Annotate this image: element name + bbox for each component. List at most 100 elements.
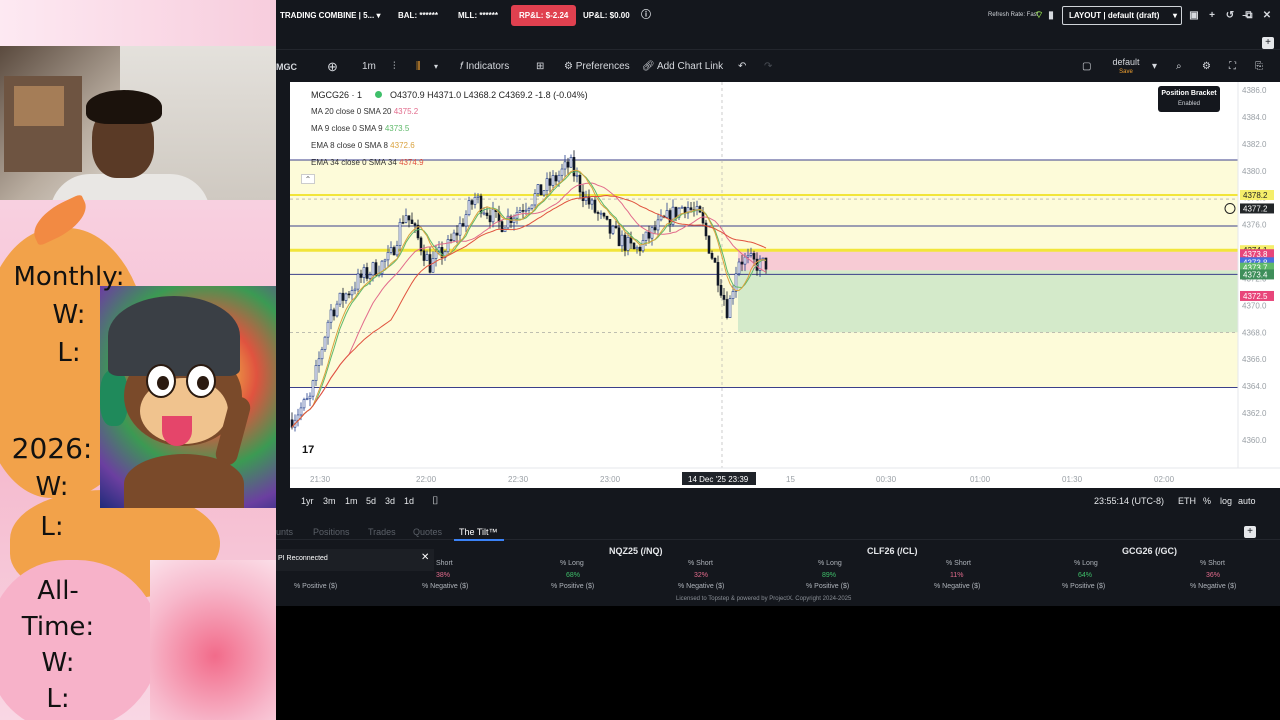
candle-body: [518, 210, 522, 213]
candle-body: [500, 221, 504, 233]
candle-body: [308, 395, 312, 400]
tab-trades[interactable]: Trades: [368, 523, 396, 541]
candle-body: [704, 222, 708, 237]
price-tag-label: 4372.5: [1243, 292, 1268, 301]
tab-accounts[interactable]: unts: [276, 523, 293, 541]
chevron-down-icon[interactable]: ▾: [1152, 56, 1157, 78]
square-icon[interactable]: ▢: [1082, 56, 1091, 78]
candle-body: [722, 295, 726, 300]
tab-quotes[interactable]: Quotes: [413, 523, 442, 541]
restore-icon[interactable]: ⧉: [1242, 0, 1256, 31]
tilt-value: 11%: [950, 572, 964, 579]
chevron-down-icon[interactable]: ▾: [434, 56, 438, 78]
price-tag-label: 4378.2: [1243, 191, 1268, 200]
candle-body: [608, 219, 612, 234]
candle-body: [575, 174, 579, 177]
range-1d[interactable]: 1d: [404, 488, 414, 514]
trading-platform: TRADING COMBINE | 5... ▾ BAL: ****** MLL…: [276, 0, 1280, 606]
templates-icon[interactable]: ⊞: [536, 56, 544, 78]
compare-add-icon[interactable]: ⊕: [327, 56, 338, 78]
range-1yr[interactable]: 1yr: [301, 488, 314, 514]
price-axis-label: 4376.0: [1242, 221, 1267, 230]
legend-ma20[interactable]: MA 20 close 0 SMA 20 4375.2: [311, 107, 418, 116]
candle-body: [617, 227, 621, 247]
candle-body: [551, 175, 555, 186]
candle-style-icon[interactable]: ⫼: [416, 56, 421, 78]
indicators-button[interactable]: 𝑓 Indicators: [460, 56, 509, 78]
candle-body: [749, 253, 753, 256]
time-axis-label: 23:00: [600, 475, 621, 484]
tilt-cell: % Long: [1074, 560, 1098, 567]
candle-body: [491, 208, 495, 223]
candle-body: [425, 254, 429, 261]
account-selector[interactable]: TRADING COMBINE | 5... ▾: [280, 0, 381, 31]
time-axis-label: 22:00: [416, 475, 437, 484]
candle-body: [752, 253, 756, 260]
date-range-icon[interactable]: ⌷: [432, 488, 439, 514]
bar-style-icon[interactable]: ⫶: [393, 56, 396, 78]
candle-body: [422, 250, 426, 261]
range-1m[interactable]: 1m: [345, 488, 358, 514]
range-3d[interactable]: 3d: [385, 488, 395, 514]
add-panel-icon[interactable]: +: [1244, 526, 1256, 538]
candle-body: [458, 223, 462, 236]
bottom-panel: unts Positions Trades Quotes The Tilt™ +…: [276, 520, 1280, 606]
candle-body: [728, 298, 732, 318]
position-bracket-toggle[interactable]: Position Bracket Enabled: [1158, 86, 1220, 112]
price-chart[interactable]: 4386.04384.04382.04380.04378.04376.04374…: [290, 82, 1280, 488]
add-chart-link-button[interactable]: 🔗︎ Add Chart Link: [642, 56, 723, 78]
legend-ma9[interactable]: MA 9 close 0 SMA 9 4373.5: [311, 124, 409, 133]
candle-body: [587, 196, 591, 205]
toast-message: PI Reconnected: [278, 555, 328, 562]
auto-toggle[interactable]: auto: [1238, 488, 1256, 514]
clock-readout[interactable]: 23:55:14 (UTC-8): [1094, 488, 1164, 514]
legend-ema8[interactable]: EMA 8 close 0 SMA 8 4372.6: [311, 141, 415, 150]
percent-toggle[interactable]: %: [1203, 488, 1211, 514]
redo-icon[interactable]: ↷: [764, 56, 772, 78]
add-panel-icon[interactable]: +: [1262, 37, 1274, 49]
chart-canvas[interactable]: 4386.04384.04382.04380.04378.04376.04374…: [290, 82, 1280, 488]
collapse-legend-icon[interactable]: ⌃: [301, 174, 315, 184]
candle-body: [320, 349, 324, 360]
add-layout-icon[interactable]: +: [1205, 0, 1219, 31]
close-icon[interactable]: ✕: [421, 552, 429, 563]
candle-body: [413, 223, 417, 226]
template-save[interactable]: default Save: [1110, 57, 1142, 77]
preferences-button[interactable]: ⚙ Preferences: [564, 56, 630, 78]
range-5d[interactable]: 5d: [366, 488, 376, 514]
session-toggle[interactable]: ETH: [1178, 488, 1196, 514]
candle-body: [545, 178, 549, 192]
legend-ema34[interactable]: EMA 34 close 0 SMA 34 4374.9: [311, 158, 424, 167]
range-3m[interactable]: 3m: [323, 488, 336, 514]
search-icon[interactable]: ⌕: [1176, 56, 1182, 78]
settings-icon[interactable]: ⚙: [1202, 56, 1211, 78]
candle-body: [710, 252, 714, 259]
alltime-label-2: Time:: [21, 612, 95, 642]
candle-body: [632, 242, 636, 250]
candle-body: [740, 261, 744, 265]
time-axis-label: 14 Dec '25 23:39: [688, 475, 749, 484]
layout-select[interactable]: LAYOUT | default (draft) ▾: [1062, 6, 1182, 25]
symbol-search[interactable]: MGC: [276, 56, 297, 78]
time-axis-label: 00:30: [876, 475, 897, 484]
reset-icon[interactable]: ↺: [1223, 0, 1237, 31]
candle-body: [305, 398, 309, 401]
undo-icon[interactable]: ↶: [738, 56, 746, 78]
save-layout-icon[interactable]: ▣: [1187, 0, 1201, 31]
interval-select[interactable]: 1m: [362, 56, 376, 78]
time-axis-label: 02:00: [1154, 475, 1175, 484]
camera-icon[interactable]: ⎘: [1255, 56, 1263, 78]
candle-body: [614, 225, 618, 229]
close-icon[interactable]: ✕: [1260, 0, 1274, 31]
info-icon[interactable]: ⓘ: [639, 0, 653, 31]
gear-icon: ⚙: [564, 61, 573, 72]
candle-body: [602, 212, 606, 217]
tradingview-logo: 17: [302, 444, 314, 456]
candle-body: [620, 234, 624, 247]
instrument-nq: NQZ25 (/NQ): [609, 546, 663, 556]
fullscreen-icon[interactable]: ⛶: [1229, 56, 1236, 78]
tab-positions[interactable]: Positions: [313, 523, 350, 541]
candle-body: [323, 336, 327, 350]
log-toggle[interactable]: log: [1220, 488, 1232, 514]
candle-body: [533, 193, 537, 206]
